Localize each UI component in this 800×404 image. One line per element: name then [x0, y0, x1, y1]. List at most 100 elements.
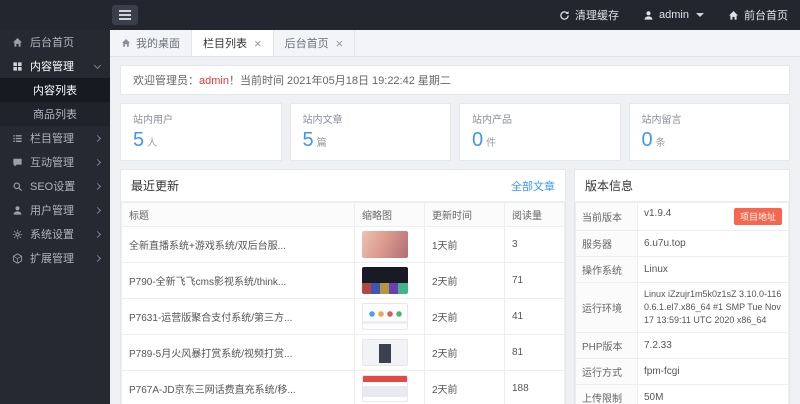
version-row-value: fpm-fcgi — [638, 359, 789, 385]
welcome-suffix: ！当前时间 2021年05月18日 19:22:42 星期二 — [229, 75, 451, 87]
chevron-right-icon — [94, 158, 101, 165]
main-area: 我的桌面 栏目列表 × 后台首页 × 欢迎管理员：admin！当前时间 2021… — [110, 30, 800, 404]
stat-card-messages: 站内留言 0条 — [629, 103, 791, 161]
content: 欢迎管理员：admin！当前时间 2021年05月18日 19:22:42 星期… — [110, 57, 800, 404]
stat-unit: 篇 — [317, 134, 327, 149]
column-header-time: 更新时间 — [425, 203, 505, 227]
sidebar-item-label: 扩展管理 — [30, 250, 74, 266]
chevron-right-icon — [94, 206, 101, 213]
frontend-home-button[interactable]: 前台首页 — [716, 0, 800, 30]
sidebar-item-label: 后台首页 — [30, 34, 74, 50]
stat-value: 0 — [642, 129, 653, 152]
panel-title: 最近更新 — [131, 177, 179, 194]
hamburger-menu-icon[interactable] — [112, 5, 138, 25]
stat-value: 0 — [472, 129, 483, 152]
article-time: 2天前 — [425, 299, 505, 335]
all-articles-link[interactable]: 全部文章 — [511, 178, 555, 194]
sidebar-item-seo[interactable]: SEO设置 — [0, 174, 110, 198]
sidebar-item-dashboard[interactable]: 后台首页 — [0, 30, 110, 54]
version-row: 运行环境 Linux iZzujr1m5k0z1sZ 3.10.0-1160.6… — [576, 283, 789, 333]
sidebar-item-system[interactable]: 系统设置 — [0, 222, 110, 246]
chevron-right-icon — [94, 182, 101, 189]
article-views: 188 — [505, 371, 565, 404]
sidebar-item-label: 内容列表 — [33, 82, 77, 98]
right-column: 版本信息 当前版本 项目地址 v1.9.4 — [574, 169, 790, 404]
article-title-link[interactable]: 全新直播系统+游戏系统/双后台服... — [129, 241, 286, 252]
home-icon — [12, 37, 23, 48]
version-row-value: Linux iZzujr1m5k0z1sZ 3.10.0-1160.6.1.el… — [638, 283, 789, 333]
topbar-right: 清理缓存 admin 前台首页 — [547, 0, 800, 30]
home-icon — [728, 10, 739, 21]
article-time: 2天前 — [425, 263, 505, 299]
username-label: admin — [659, 9, 689, 21]
sidebar-item-label: 系统设置 — [30, 226, 74, 242]
version-row: 运行方式 fpm-fcgi — [576, 359, 789, 385]
sidebar-item-users[interactable]: 用户管理 — [0, 198, 110, 222]
clear-cache-button[interactable]: 清理缓存 — [547, 0, 631, 30]
version-info-panel: 版本信息 当前版本 项目地址 v1.9.4 — [574, 169, 790, 404]
article-title-link[interactable]: P7631-运营版聚合支付系统/第三方... — [129, 313, 292, 324]
tab-desktop[interactable]: 我的桌面 — [110, 30, 192, 56]
search-icon — [12, 181, 23, 192]
stat-value: 5 — [133, 129, 144, 152]
version-row-value: 7.2.33 — [638, 333, 789, 359]
user-menu[interactable]: admin — [631, 0, 716, 30]
cube-icon — [12, 253, 23, 264]
recent-updates-table: 标题 缩略图 更新时间 阅读量 全新直播系统+游戏系统/双后台服... 1天前 … — [121, 202, 565, 404]
sidebar-item-goods-list[interactable]: 商品列表 — [0, 102, 110, 126]
version-info-table: 当前版本 项目地址 v1.9.4 服务器 6.u7u.top — [575, 202, 789, 404]
sidebar-item-label: 互动管理 — [30, 154, 74, 170]
article-title-link[interactable]: P789-5月火风暴打赏系统/视频打赏... — [129, 349, 292, 360]
sidebar-item-extensions[interactable]: 扩展管理 — [0, 246, 110, 270]
article-thumbnail — [362, 267, 408, 294]
sidebar-item-content-list[interactable]: 内容列表 — [0, 78, 110, 102]
tab-label: 我的桌面 — [136, 35, 180, 51]
version-row-label: 运行环境 — [576, 283, 638, 333]
table-row: P789-5月火风暴打赏系统/视频打赏... 2天前 81 — [122, 335, 565, 371]
chevron-down-icon — [696, 13, 704, 17]
welcome-bar: 欢迎管理员：admin！当前时间 2021年05月18日 19:22:42 星期… — [120, 65, 790, 95]
sidebar-item-label: 用户管理 — [30, 202, 74, 218]
list-icon — [12, 133, 23, 144]
sidebar-item-columns[interactable]: 栏目管理 — [0, 126, 110, 150]
project-link-badge[interactable]: 项目地址 — [734, 208, 782, 225]
stat-label: 站内文章 — [303, 111, 439, 126]
article-thumbnail — [362, 303, 408, 330]
stats-row: 站内用户 5人 站内文章 5篇 站内产品 0件 站内留言 0条 — [120, 103, 790, 161]
panel-title: 版本信息 — [585, 177, 633, 194]
stat-unit: 件 — [486, 134, 496, 149]
version-row-value: 6.u7u.top — [638, 231, 789, 257]
version-row: 服务器 6.u7u.top — [576, 231, 789, 257]
tab-label: 栏目列表 — [203, 35, 247, 51]
close-icon[interactable]: × — [336, 37, 344, 50]
close-icon[interactable]: × — [254, 37, 262, 50]
article-title-link[interactable]: P790-全新飞飞cms影视系统/think... — [129, 277, 286, 288]
article-thumbnail — [362, 339, 408, 366]
refresh-icon — [559, 10, 570, 21]
version-row-label: PHP版本 — [576, 333, 638, 359]
sidebar-item-interaction[interactable]: 互动管理 — [0, 150, 110, 174]
clear-cache-label: 清理缓存 — [575, 7, 619, 23]
article-time: 2天前 — [425, 371, 505, 404]
article-title-link[interactable]: P767A-JD京东三网话费直充系统/移... — [129, 385, 296, 396]
chevron-right-icon — [94, 230, 101, 237]
tab-backend-home[interactable]: 后台首页 × — [274, 30, 356, 56]
stat-unit: 人 — [147, 134, 157, 149]
column-header-thumbnail: 缩略图 — [355, 203, 425, 227]
version-row-label: 运行方式 — [576, 359, 638, 385]
table-row: 全新直播系统+游戏系统/双后台服... 1天前 3 — [122, 227, 565, 263]
table-header-row: 标题 缩略图 更新时间 阅读量 — [122, 203, 565, 227]
chevron-down-icon — [94, 61, 101, 68]
article-views: 41 — [505, 299, 565, 335]
tab-column-list[interactable]: 栏目列表 × — [192, 30, 274, 56]
sidebar-item-content[interactable]: 内容管理 — [0, 54, 110, 78]
table-row: P767A-JD京东三网话费直充系统/移... 2天前 188 — [122, 371, 565, 404]
version-row-value: Linux — [638, 257, 789, 283]
article-views: 71 — [505, 263, 565, 299]
panels-row: 最近更新 全部文章 标题 缩略图 更新时间 阅读量 全新直播 — [120, 169, 790, 404]
version-row: 当前版本 项目地址 v1.9.4 — [576, 203, 789, 231]
stat-value: 5 — [303, 129, 314, 152]
chevron-right-icon — [94, 254, 101, 261]
tabbar: 我的桌面 栏目列表 × 后台首页 × — [110, 30, 800, 57]
home-icon — [121, 38, 131, 48]
